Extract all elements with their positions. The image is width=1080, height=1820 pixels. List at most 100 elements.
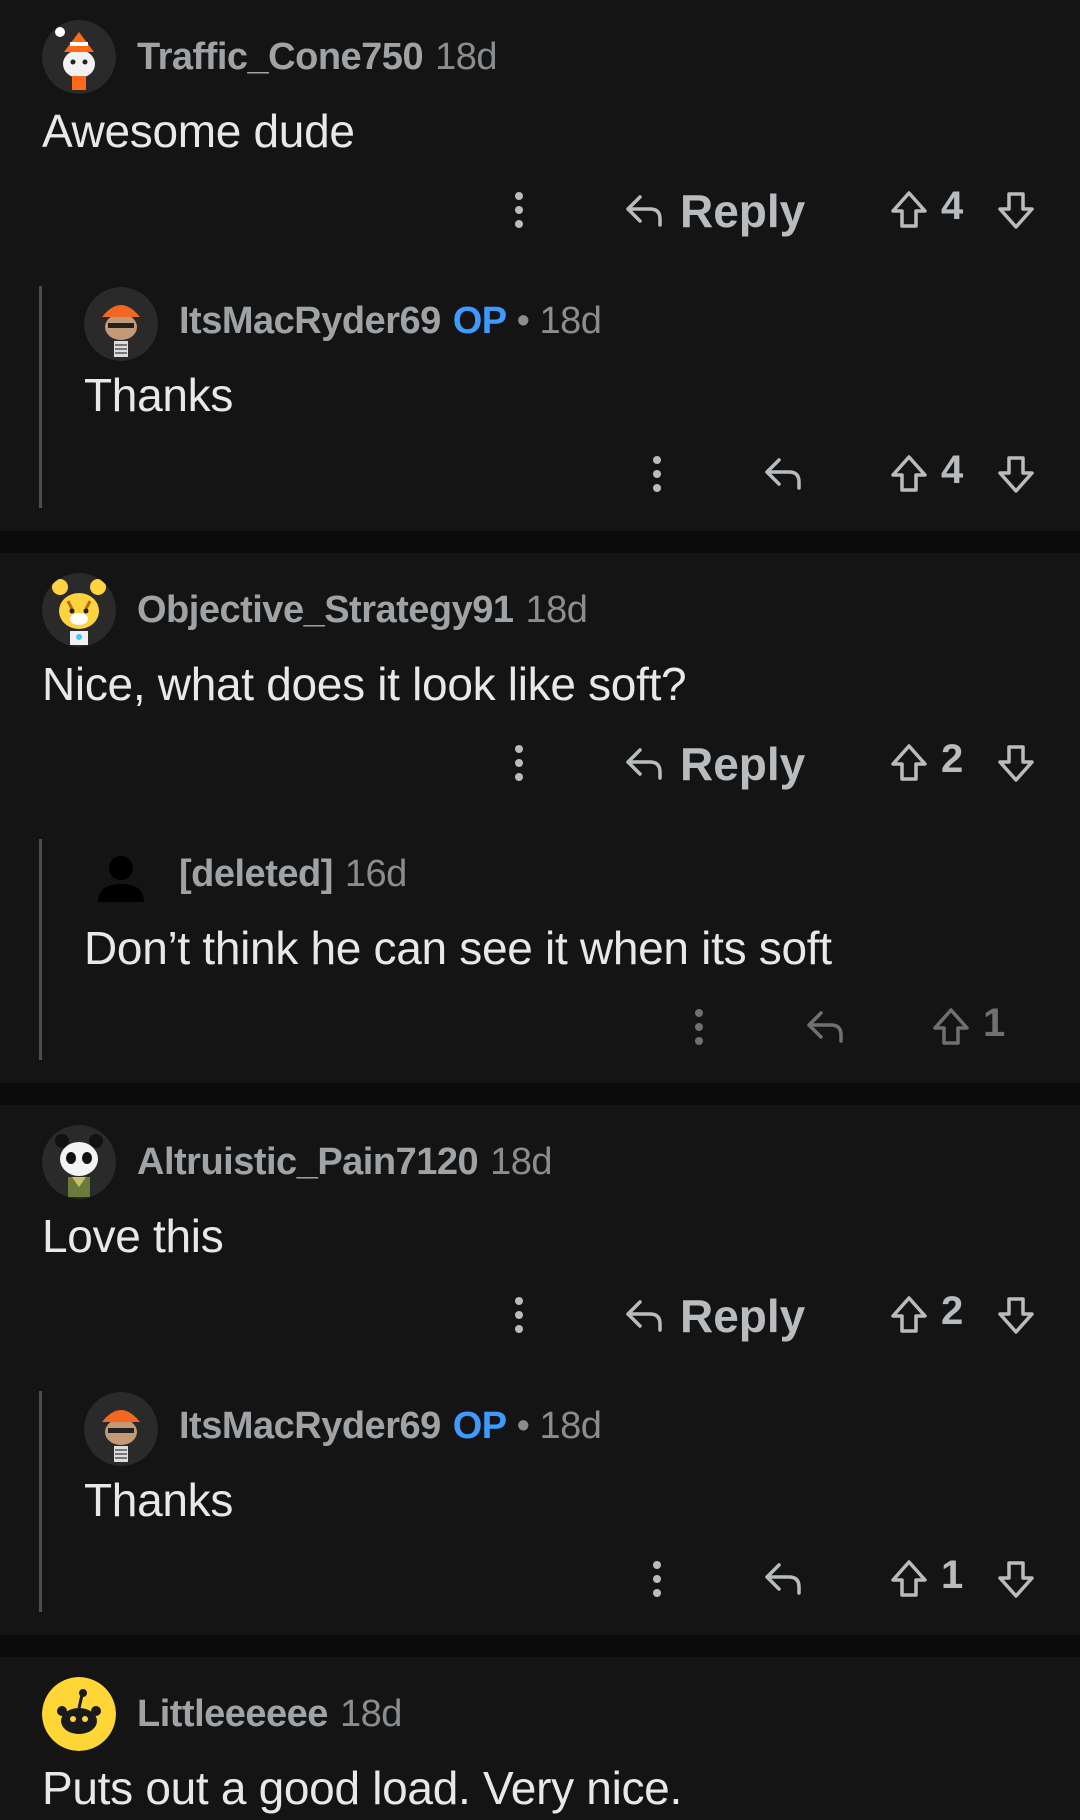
reply-label: Reply [680,738,806,790]
upvote-arrow-icon [891,191,927,228]
downvote-button[interactable] [992,733,1040,793]
upvote-arrow-icon [891,1296,927,1333]
reply-comment: ItsMacRyder69 OP • 18d Thanks 1 [0,1367,1080,1635]
username-link[interactable]: Objective_Strategy91 [137,589,514,631]
username-label: [deleted] [179,853,333,895]
more-options-button[interactable] [507,1285,531,1345]
username-link[interactable]: Littleeeeee [137,1693,328,1735]
vote-score: 2 [941,1289,964,1333]
timestamp: 18d [525,589,588,631]
reply-label: Reply [680,1290,806,1342]
comment-meta: Altruistic_Pain7120 18d [137,1141,553,1184]
timestamp: 18d [435,36,497,78]
snoo-skeleton-avatar-icon[interactable] [84,287,158,361]
more-vertical-icon [653,1561,661,1597]
more-options-button[interactable] [507,180,531,240]
reply-button[interactable]: Reply [624,184,805,238]
more-vertical-icon [695,1009,703,1045]
panda-snoo-avatar-icon[interactable] [42,1125,116,1199]
downvote-arrow-icon [998,745,1034,782]
comment-actions: Reply 2 [0,733,1080,803]
more-options-button[interactable] [507,733,531,793]
more-vertical-icon [515,1297,523,1333]
downvote-arrow-icon [998,456,1034,493]
separator-dot: • [516,1405,530,1447]
downvote-button[interactable] [992,444,1040,504]
upvote-button[interactable] [885,1285,933,1345]
reply-actions: 4 [0,444,1080,514]
vote-score: 1 [941,1553,964,1597]
reply-button[interactable]: Reply [624,1289,805,1343]
reply-arrow-icon [626,748,662,780]
downvote-arrow-icon [998,1297,1034,1334]
upvote-button[interactable] [885,444,933,504]
comment-actions: Reply 4 [0,180,1080,250]
comment-thread: Littleeeeee 18d Puts out a good load. Ver… [0,1657,1080,1820]
reply-arrow-icon [626,1300,662,1332]
comment: Littleeeeee 18d Puts out a good load. Ver… [0,1657,1080,1820]
timestamp: 16d [344,853,407,895]
downvote-button[interactable] [992,1285,1040,1345]
default-yellow-snoo-avatar-icon[interactable] [42,1677,116,1751]
reply-arrow-icon [765,1563,801,1595]
comment-body: Nice, what does it look like soft? [42,658,687,710]
reply-actions: 1 [0,997,1080,1067]
reply-actions: 1 [0,1549,1080,1619]
more-options-button[interactable] [645,1549,669,1609]
reply-arrow-icon [626,195,662,227]
username-link[interactable]: ItsMacRyder69 [179,300,441,342]
reply-button[interactable] [763,1561,803,1597]
comment-actions: Reply 2 [0,1285,1080,1355]
op-badge: OP [452,1405,507,1447]
upvote-arrow-icon [891,1560,927,1597]
upvote-button[interactable] [885,1549,933,1609]
more-vertical-icon [515,745,523,781]
reply-body: Thanks [84,1474,234,1526]
thread-separator [0,1635,1080,1657]
vote-score: 4 [941,448,964,492]
timestamp: 18d [339,1693,402,1735]
reply-meta: [deleted] 16d [179,853,407,896]
username-link[interactable]: Altruistic_Pain7120 [137,1141,479,1183]
more-vertical-icon [515,192,523,228]
vote-score: 4 [941,184,964,228]
comment-body: Awesome dude [42,105,355,157]
reply-arrow-icon [807,1011,843,1043]
comment-meta: Littleeeeee 18d [137,1693,402,1736]
reply-button[interactable]: Reply [624,737,805,791]
traffic-cone-snoo-avatar-icon[interactable] [42,20,116,94]
snoo-skeleton-avatar-icon[interactable] [84,1392,158,1466]
thread-separator [0,1083,1080,1105]
thread-separator [0,531,1080,553]
more-vertical-icon [653,456,661,492]
upvote-button[interactable] [927,997,975,1057]
reply-button[interactable] [805,1009,845,1045]
username-link[interactable]: ItsMacRyder69 [179,1405,441,1447]
tiger-snoo-avatar-icon[interactable] [42,573,116,647]
downvote-button[interactable] [992,180,1040,240]
upvote-arrow-icon [891,455,927,492]
comment: Traffic_Cone750 18d Awesome dude Reply 4 [0,0,1080,262]
comment-body: Puts out a good load. Very nice. [42,1762,682,1814]
vote-score: 2 [941,737,964,781]
upvote-arrow-icon [933,1008,969,1045]
more-options-button[interactable] [687,997,711,1057]
reply-button[interactable] [763,456,803,492]
upvote-arrow-icon [891,744,927,781]
timestamp: 18d [539,1405,602,1447]
reply-meta: ItsMacRyder69 OP • 18d [179,1405,602,1448]
comment-meta: Objective_Strategy91 18d [137,589,588,632]
downvote-button[interactable] [992,1549,1040,1609]
username-link[interactable]: Traffic_Cone750 [137,36,424,78]
reply-comment: [deleted] 16d Don’t think he can see it w… [0,815,1080,1083]
upvote-button[interactable] [885,180,933,240]
op-badge: OP [452,300,507,342]
timestamp: 18d [490,1141,553,1183]
comment-thread: Altruistic_Pain7120 18d Love this Reply 2 [0,1105,1080,1635]
separator-dot: • [516,300,530,342]
upvote-button[interactable] [885,733,933,793]
reply-comment: ItsMacRyder69 OP • 18d Thanks 4 [0,262,1080,531]
downvote-arrow-icon [998,1561,1034,1598]
more-options-button[interactable] [645,444,669,504]
vote-score: 1 [983,1001,1006,1045]
